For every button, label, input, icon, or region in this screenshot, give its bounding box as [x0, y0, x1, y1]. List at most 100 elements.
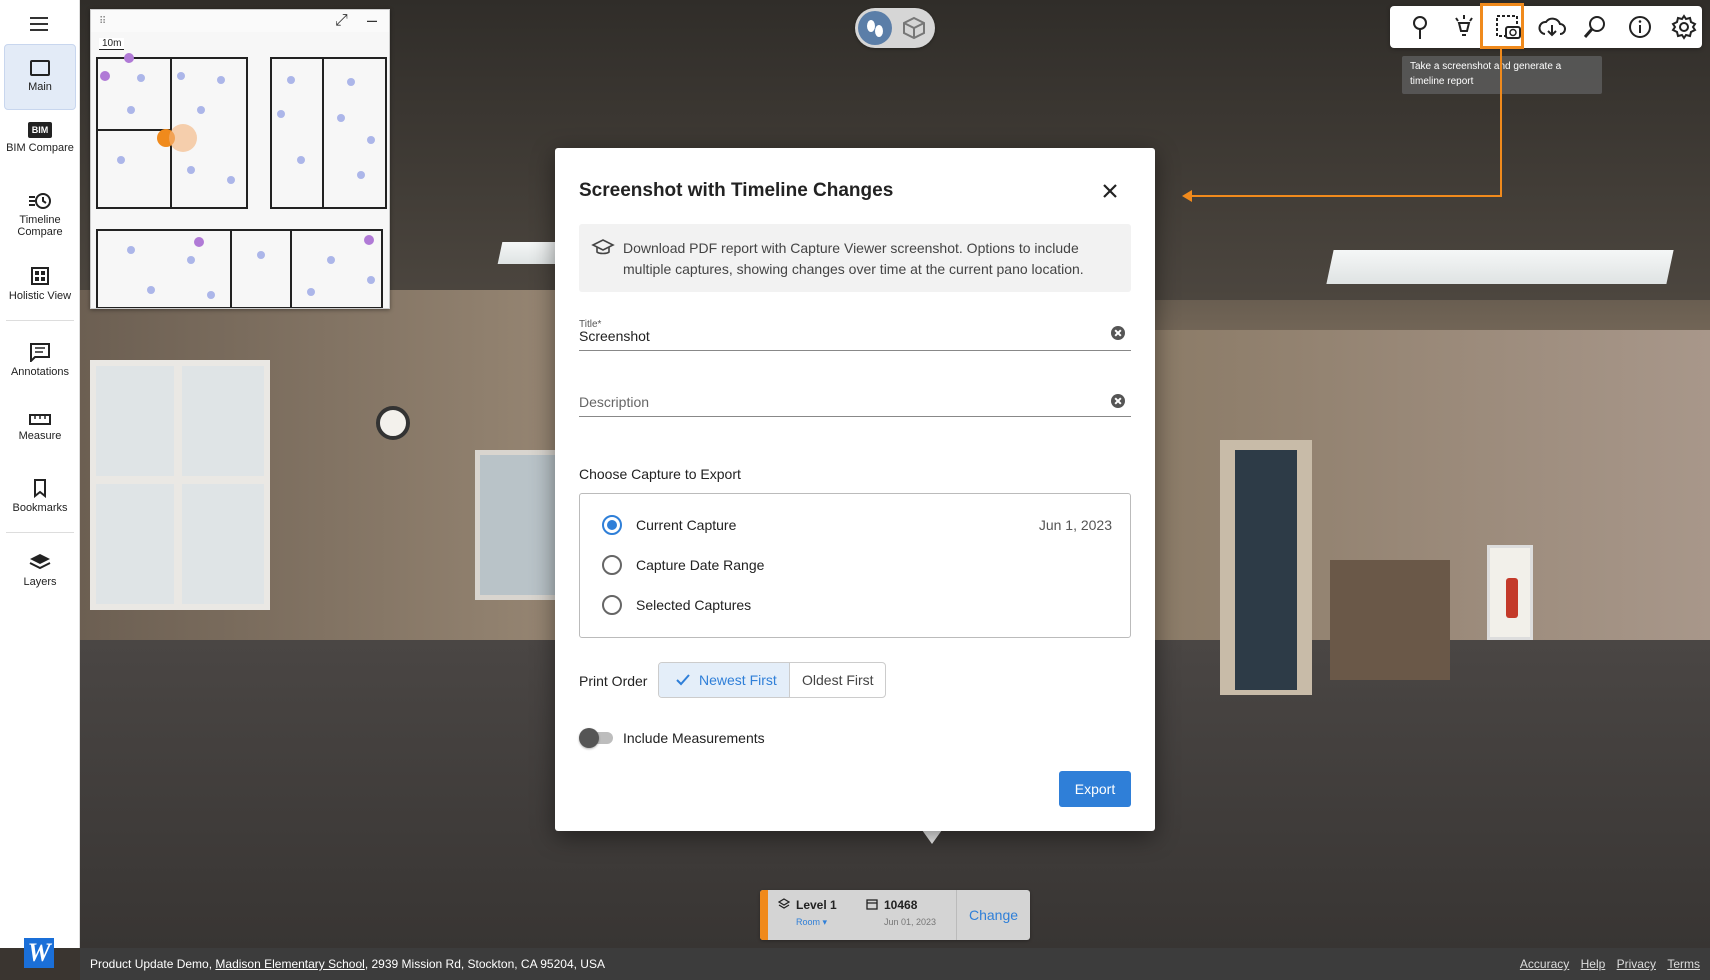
callout-line [1190, 195, 1502, 197]
oldest-first-button[interactable]: Oldest First [790, 663, 885, 697]
cube-icon [903, 16, 925, 40]
expand-icon[interactable]: ⤢ [335, 12, 348, 30]
zoom-search-icon [1583, 16, 1605, 38]
3d-model-mode-button[interactable] [897, 11, 931, 45]
oldest-first-label: Oldest First [802, 672, 874, 688]
title-input[interactable] [579, 305, 1131, 351]
sidebar-item-label: Measure [18, 430, 62, 442]
callout-arrow-icon [1182, 190, 1192, 202]
capture-date: Jun 1, 2023 [1038, 517, 1112, 533]
option-capture-date-range[interactable]: Capture Date Range [602, 554, 1112, 576]
newest-first-button[interactable]: Newest First [659, 663, 790, 697]
project-address: Product Update Demo, Madison Elementary … [90, 957, 605, 971]
floorplan-drawing [91, 10, 389, 308]
navigation-marker[interactable] [922, 830, 942, 844]
map-scale: 10m [99, 38, 125, 50]
door [1235, 450, 1297, 690]
annotation-icon [30, 343, 50, 362]
level-dropdown[interactable]: Level 1 Room ▾ [778, 898, 858, 928]
drag-handle-icon[interactable]: ⠿ [99, 16, 107, 27]
sidebar-item-measure[interactable]: Measure [4, 412, 76, 452]
print-order-toggle: Newest First Oldest First [658, 662, 886, 698]
callout-line [1500, 48, 1502, 196]
project-name: Product Update Demo, [90, 957, 213, 971]
info-icon [1629, 16, 1651, 38]
export-button[interactable]: Export [1059, 771, 1131, 807]
info-banner: Download PDF report with Capture Viewer … [579, 224, 1131, 292]
capture-id: 10468 [884, 898, 918, 912]
bim-icon: BIM [28, 122, 52, 138]
print-order-label: Print Order [579, 673, 648, 689]
clear-title-icon[interactable] [1111, 326, 1125, 340]
help-link[interactable]: Help [1581, 957, 1606, 971]
grid-icon [31, 267, 49, 285]
sidebar-item-label: Annotations [10, 366, 70, 378]
newest-first-label: Newest First [699, 672, 777, 688]
sidebar-item-layers[interactable]: Layers [4, 552, 76, 592]
option-label: Selected Captures [636, 597, 752, 613]
minimize-icon[interactable]: – [367, 10, 377, 31]
screenshot-timeline-dialog: Screenshot with Timeline Changes Downloa… [555, 148, 1155, 831]
floorplan-minimap[interactable]: ⠿ ⤢ – 10m [90, 9, 390, 309]
close-icon [1103, 184, 1117, 198]
option-selected-captures[interactable]: Selected Captures [602, 594, 1112, 616]
zoom-search-button[interactable] [1580, 11, 1612, 43]
calendar-icon [866, 899, 878, 910]
close-button[interactable] [1097, 178, 1123, 204]
sidebar-item-bim-compare[interactable]: BIM BIM Compare [4, 122, 76, 178]
include-measurements-label: Include Measurements [623, 730, 765, 746]
view-mode-toggle [855, 8, 935, 48]
settings-icon [1671, 14, 1697, 40]
sidebar-item-label: Main [28, 81, 52, 93]
checkmark-icon [676, 674, 690, 686]
sidebar-item-holistic-view[interactable]: Holistic View [4, 266, 76, 306]
location-pin-button[interactable] [1404, 11, 1436, 43]
capture-info: 10468 Jun 01, 2023 [866, 898, 956, 927]
app-logo: W [24, 938, 54, 968]
option-current-capture[interactable]: Current Capture Jun 1, 2023 [602, 514, 1112, 536]
footer: Product Update Demo, Madison Elementary … [80, 948, 1710, 980]
clear-description-icon[interactable] [1111, 394, 1125, 408]
wall-clock [376, 406, 410, 440]
layers-icon [29, 554, 51, 570]
terms-link[interactable]: Terms [1667, 957, 1700, 971]
level-selector: Level 1 Room ▾ 10468 Jun 01, 2023 Change [760, 890, 1030, 940]
sidebar-item-timeline-compare[interactable]: Timeline Compare [4, 192, 76, 248]
option-label: Capture Date Range [636, 557, 765, 573]
sidebar-item-label: Holistic View [8, 290, 72, 302]
change-capture-button[interactable]: Change [956, 890, 1030, 940]
highlight-box [1480, 3, 1524, 49]
chevron-down-icon: ▾ [822, 917, 828, 927]
accuracy-link[interactable]: Accuracy [1520, 957, 1569, 971]
main-view-icon [30, 60, 50, 76]
description-input[interactable] [579, 371, 1131, 417]
graduation-cap-icon [591, 239, 615, 255]
settings-button[interactable] [1668, 11, 1700, 43]
sidebar-item-annotations[interactable]: Annotations [4, 342, 76, 382]
light-icon [1455, 15, 1473, 36]
walk-mode-button[interactable] [858, 11, 892, 45]
light-button[interactable] [1448, 11, 1480, 43]
include-measurements-switch[interactable] [579, 727, 615, 748]
site-link[interactable]: Madison Elementary School [215, 957, 364, 971]
privacy-link[interactable]: Privacy [1617, 957, 1656, 971]
footer-links: Accuracy Help Privacy Terms [1512, 957, 1700, 971]
sidebar-item-bookmarks[interactable]: Bookmarks [4, 478, 76, 518]
hamburger-menu-icon[interactable] [28, 14, 52, 34]
radio-button[interactable] [602, 515, 622, 535]
cloud-download-button[interactable] [1536, 11, 1568, 43]
sidebar-item-main[interactable]: Main [4, 44, 76, 110]
sidebar-divider [6, 532, 74, 533]
sidebar-item-label: BIM Compare [6, 142, 74, 154]
layers-icon [778, 898, 790, 909]
street-address: , 2939 Mission Rd, Stockton, CA 95204, U… [364, 957, 605, 971]
cloud-download-icon [1538, 17, 1566, 37]
radio-button[interactable] [602, 595, 622, 615]
sidebar-item-label: Bookmarks [12, 502, 68, 514]
info-button[interactable] [1624, 11, 1656, 43]
radio-button[interactable] [602, 555, 622, 575]
info-text: Download PDF report with Capture Viewer … [623, 240, 1084, 277]
capture-date: Jun 01, 2023 [884, 917, 937, 927]
sidebar-item-label: Layers [23, 576, 57, 588]
capture-section-label: Choose Capture to Export [579, 466, 741, 482]
